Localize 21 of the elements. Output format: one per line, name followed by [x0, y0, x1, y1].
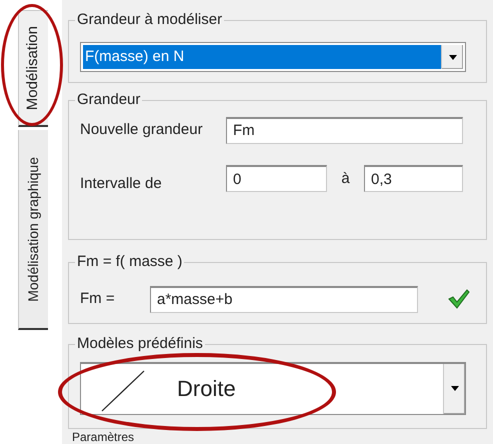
model-dropdown[interactable]: Droite	[80, 362, 466, 414]
group-title: Fm = f( masse )	[75, 252, 184, 271]
field-label: Intervalle de	[80, 174, 163, 194]
caret-icon	[450, 386, 458, 391]
caret-icon	[448, 54, 456, 60]
input-field[interactable]: 0	[226, 165, 327, 192]
line-icon	[101, 370, 145, 412]
field-label: à	[340, 168, 351, 189]
quantity-dropdown[interactable]: F(masse) en N	[80, 42, 466, 72]
input-field[interactable]: Fm	[226, 116, 463, 144]
field-label: Nouvelle grandeur	[80, 120, 204, 140]
group-title: Modèles prédéfinis	[75, 334, 205, 352]
field-label: Fm =	[80, 289, 116, 310]
dropdown-button[interactable]	[441, 45, 463, 69]
input-field[interactable]: 0,3	[364, 165, 463, 192]
group-title: Paramètres	[72, 431, 136, 444]
formula-field[interactable]: a*masse+b	[150, 286, 418, 313]
dropdown-value: F(masse) en N	[83, 45, 441, 69]
vertical-tab[interactable]: Modélisation graphique	[18, 130, 48, 330]
dropdown-value: Droite	[176, 374, 237, 402]
vertical-tab[interactable]: Modélisation	[18, 10, 48, 127]
